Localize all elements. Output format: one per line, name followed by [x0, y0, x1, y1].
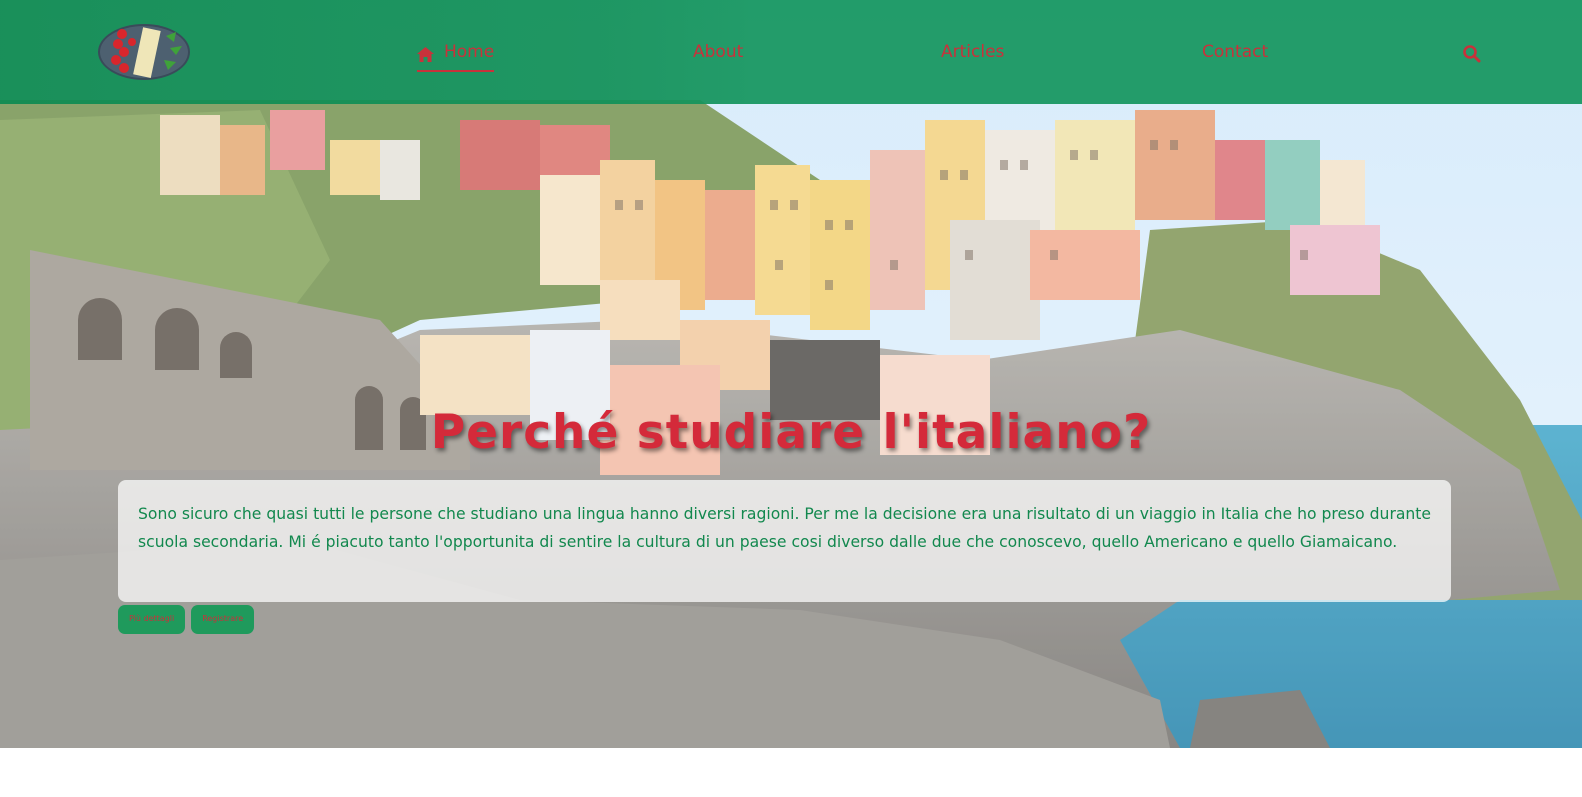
nav-articles-link[interactable]: Articles [941, 40, 1004, 64]
more-details-button[interactable]: Più dettagli [118, 605, 186, 634]
home-icon [417, 45, 434, 62]
nav-about-link[interactable]: About [693, 40, 743, 64]
page: Home About Articles Contact Perché studi… [0, 0, 1582, 797]
hero-background-image [0, 0, 1582, 748]
register-button[interactable]: Registrare [191, 605, 255, 634]
logo-icon[interactable] [96, 22, 192, 82]
nav-home-label: Home [444, 42, 495, 62]
nav-home-link[interactable]: Home [417, 40, 495, 72]
search-icon[interactable] [1462, 44, 1482, 64]
hero-button-row: Più dettagli Registrare [118, 605, 255, 634]
top-navbar: Home About Articles Contact [0, 0, 1582, 104]
nav-contact-link[interactable]: Contact [1202, 40, 1268, 64]
intro-paragraph: Sono sicuro che quasi tutti le persone c… [138, 505, 1431, 551]
cinque-terre-illustration [0, 0, 1582, 748]
hero-title: Perché studiare l'italiano? [430, 405, 1152, 460]
intro-card: Sono sicuro che quasi tutti le persone c… [118, 480, 1451, 602]
